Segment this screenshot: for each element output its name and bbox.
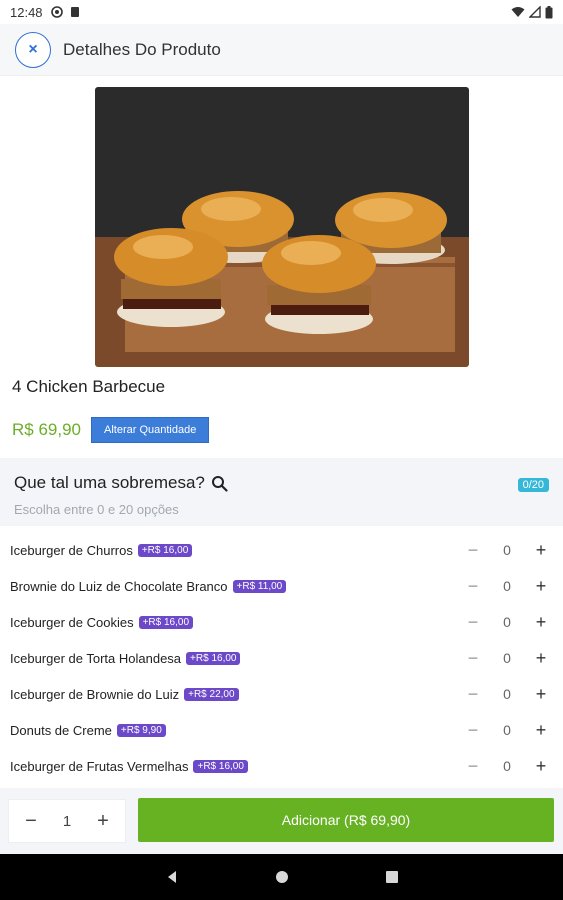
status-bar: 12:48: [0, 0, 563, 24]
product-name: 4 Chicken Barbecue: [12, 377, 166, 396]
battery-icon: [545, 5, 553, 18]
recents-icon[interactable]: [385, 870, 399, 884]
decrease-quantity-button[interactable]: −: [21, 810, 41, 833]
option-row: Donuts de Creme +R$ 9,90 − 0 +: [0, 712, 563, 748]
option-row: Iceburger de Cookies +R$ 16,00 − 0 +: [0, 604, 563, 640]
dessert-section-header: Que tal uma sobremesa? Escolha entre 0 e…: [0, 458, 563, 526]
option-price-badge: +R$ 11,00: [232, 579, 287, 593]
option-stepper: − 0 +: [463, 568, 551, 604]
product-price: R$ 69,90: [12, 420, 81, 439]
option-increase-button[interactable]: +: [531, 540, 551, 561]
back-icon[interactable]: [165, 870, 179, 884]
status-time: 12:48: [10, 4, 43, 20]
option-stepper: − 0 +: [463, 604, 551, 640]
option-quantity: 0: [503, 614, 511, 630]
section-subtitle: Escolha entre 0 e 20 opções: [14, 502, 179, 517]
search-icon[interactable]: [211, 475, 228, 492]
bottom-bar: − 1 + Adicionar (R$ 69,90): [0, 788, 563, 854]
wifi-icon: [511, 7, 525, 17]
option-stepper: − 0 +: [463, 748, 551, 784]
option-price-badge: +R$ 16,00: [138, 615, 194, 629]
page-title: Detalhes Do Produto: [63, 39, 221, 59]
option-decrease-button[interactable]: −: [463, 720, 483, 741]
option-decrease-button[interactable]: −: [463, 756, 483, 777]
option-decrease-button[interactable]: −: [463, 576, 483, 597]
option-stepper: − 0 +: [463, 712, 551, 748]
option-increase-button[interactable]: +: [531, 612, 551, 633]
option-decrease-button[interactable]: −: [463, 612, 483, 633]
option-row: Iceburger de Churros +R$ 16,00 − 0 +: [0, 532, 563, 568]
product-image: [95, 87, 469, 367]
options-list: Iceburger de Churros +R$ 16,00−0 + Brownie …: [0, 532, 563, 784]
top-app-bar: × Detalhes Do Produto: [0, 24, 563, 76]
quantity-stepper: − 1 +: [8, 799, 126, 843]
option-decrease-button[interactable]: −: [463, 684, 483, 705]
option-row: Iceburger de Torta Holandesa +R$ 16,00 − 0 +: [0, 640, 563, 676]
option-stepper: − 0 +: [463, 640, 551, 676]
option-name: Iceburger de Frutas Vermelhas: [10, 758, 189, 774]
status-right: [511, 5, 553, 19]
option-price-badge: +R$ 22,00: [184, 687, 239, 701]
increase-quantity-button[interactable]: +: [93, 810, 113, 833]
price-row: R$ 69,90 Alterar Quantidade: [12, 416, 210, 444]
option-stepper: − 0 +: [463, 676, 551, 712]
option-increase-button[interactable]: +: [531, 648, 551, 669]
option-row: Brownie do Luiz de Chocolate Branco +R$ 1…: [0, 568, 563, 604]
option-price-badge: +R$ 16,00: [137, 543, 193, 557]
section-title: Que tal uma sobremesa?: [14, 473, 228, 493]
option-name: Iceburger de Churros: [10, 542, 133, 558]
option-price-badge: +R$ 16,00: [193, 759, 248, 773]
storage-icon: [70, 7, 79, 17]
option-name: Iceburger de Brownie do Luiz: [10, 686, 180, 702]
option-row: Iceburger de Brownie do Luiz +R$ 22,00 − 0 +: [0, 676, 563, 712]
option-name: Brownie do Luiz de Chocolate Branco: [10, 578, 228, 594]
signal-icon: [529, 6, 541, 18]
close-button[interactable]: ×: [15, 31, 51, 68]
option-name: Iceburger de Torta Holandesa: [10, 650, 182, 666]
notification-icon: [50, 6, 63, 18]
option-quantity: 0: [503, 650, 511, 666]
burgers-photo: [95, 87, 469, 367]
option-decrease-button[interactable]: −: [463, 540, 483, 561]
option-price-badge: +R$ 16,00: [186, 651, 241, 665]
add-to-cart-button[interactable]: Adicionar (R$ 69,90): [138, 798, 554, 842]
selection-counter-badge: 0/20: [517, 478, 549, 492]
option-increase-button[interactable]: +: [531, 684, 551, 705]
option-quantity: 0: [503, 542, 511, 558]
option-name: Iceburger de Cookies: [10, 614, 134, 630]
section-title-text: Que tal uma sobremesa?: [14, 473, 205, 492]
option-stepper: − 0 +: [463, 532, 551, 568]
option-increase-button[interactable]: +: [531, 720, 551, 741]
option-increase-button[interactable]: +: [531, 756, 551, 777]
option-price-badge: +R$ 9,90: [116, 723, 166, 737]
option-quantity: 0: [503, 722, 511, 738]
option-name: Donuts de Creme: [10, 722, 112, 738]
option-quantity: 0: [503, 758, 511, 774]
quantity-value: 1: [62, 812, 72, 830]
option-decrease-button[interactable]: −: [463, 648, 483, 669]
alter-quantity-button[interactable]: Alterar Quantidade: [91, 417, 210, 443]
option-increase-button[interactable]: +: [531, 576, 551, 597]
option-row: Iceburger de Frutas Vermelhas +R$ 16,00 − 0…: [0, 748, 563, 784]
option-quantity: 0: [503, 686, 511, 702]
option-quantity: 0: [503, 578, 511, 594]
home-icon[interactable]: [275, 870, 289, 884]
system-nav-bar: [0, 854, 563, 900]
close-icon: ×: [28, 40, 38, 58]
